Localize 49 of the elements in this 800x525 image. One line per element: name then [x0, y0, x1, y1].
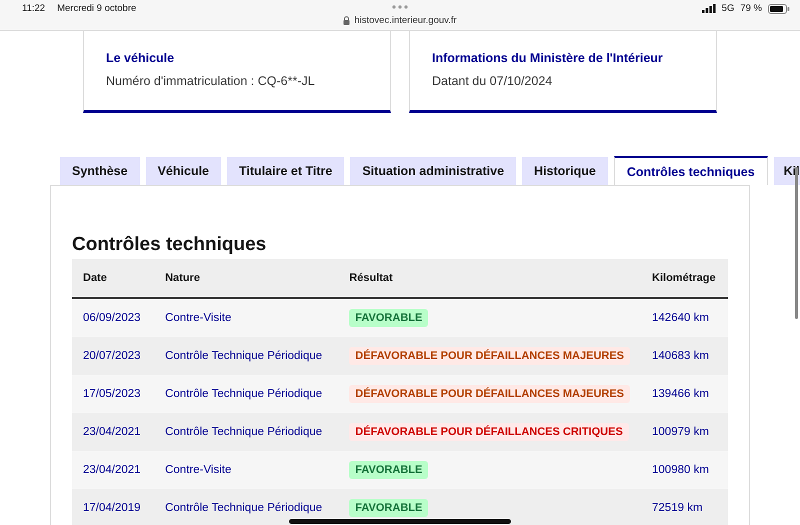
mileage-cell: 72519 km: [652, 502, 703, 514]
tab[interactable]: Synthèse: [60, 157, 140, 185]
column-header: Kilométrage: [641, 259, 728, 298]
tab[interactable]: Véhicule: [146, 157, 222, 185]
nature-cell: Contrôle Technique Périodique: [165, 388, 322, 400]
date-cell: 06/09/2023: [83, 312, 141, 324]
nature-cell: Contre-Visite: [165, 312, 232, 324]
mileage-cell: 100980 km: [652, 464, 709, 476]
tab[interactable]: Situation administrative: [350, 157, 516, 185]
card-text: Numéro d'immatriculation : CQ-6**-JL: [106, 74, 316, 88]
lock-icon: [343, 16, 350, 25]
section-title: Contrôles techniques: [72, 234, 268, 256]
tab[interactable]: Contrôles techniques: [614, 156, 768, 185]
result-badge: FAVORABLE: [349, 461, 428, 479]
column-header: Date: [72, 259, 154, 298]
date-cell: 17/04/2019: [83, 502, 141, 514]
result-badge: DÉFAVORABLE POUR DÉFAILLANCES CRITIQUES: [349, 423, 629, 441]
nature-cell: Contrôle Technique Périodique: [165, 350, 322, 362]
tab[interactable]: Titulaire et Titre: [227, 157, 344, 185]
date-cell: 20/07/2023: [83, 350, 141, 362]
column-header: Nature: [154, 259, 338, 298]
column-header: Résultat: [338, 259, 642, 298]
status-date: Mercredi 9 octobre: [57, 3, 136, 14]
status-time: 11:22: [22, 3, 46, 14]
mileage-cell: 100979 km: [652, 426, 709, 438]
home-indicator[interactable]: [289, 519, 511, 524]
date-cell: 17/05/2023: [83, 388, 141, 400]
result-badge: DÉFAVORABLE POUR DÉFAILLANCES MAJEURES: [349, 385, 630, 403]
card-title: Informations du Ministère de l'Intérieur: [432, 51, 664, 65]
mileage-cell: 142640 km: [652, 312, 709, 324]
result-badge: FAVORABLE: [349, 499, 428, 517]
date-cell: 23/04/2021: [83, 464, 141, 476]
battery-percent: 79 %: [740, 3, 762, 14]
url-text[interactable]: histovec.interieur.gouv.fr: [354, 15, 457, 26]
nature-cell: Contre-Visite: [165, 464, 232, 476]
card-text: Datant du 07/10/2024: [432, 74, 554, 88]
network-label: 5G: [722, 3, 734, 14]
more-icon[interactable]: [392, 5, 408, 9]
signal-icon: [702, 4, 716, 13]
mileage-cell: 140683 km: [652, 350, 709, 362]
tab[interactable]: Historique: [522, 157, 608, 185]
nature-cell: Contrôle Technique Périodique: [165, 502, 322, 514]
card-title: Le véhicule: [106, 51, 176, 65]
mileage-cell: 139466 km: [652, 388, 709, 400]
date-cell: 23/04/2021: [83, 426, 141, 438]
result-badge: FAVORABLE: [349, 309, 428, 327]
result-badge: DÉFAVORABLE POUR DÉFAILLANCES MAJEURES: [349, 347, 630, 365]
battery-icon: [768, 4, 790, 14]
nature-cell: Contrôle Technique Périodique: [165, 426, 322, 438]
